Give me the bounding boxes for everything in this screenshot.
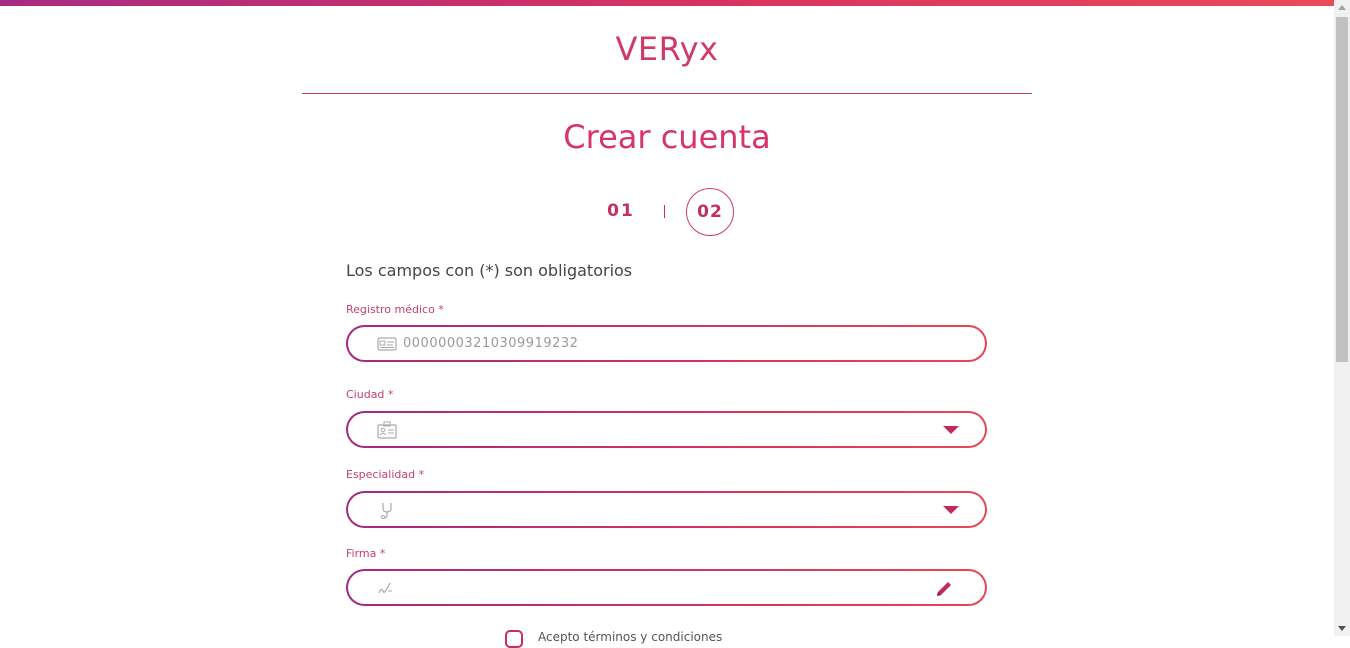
medical-registry-field[interactable]: 0000000321030991923​2 (346, 325, 987, 362)
page-title: Crear cuenta (563, 118, 771, 156)
page-scrollbar[interactable] (1334, 0, 1350, 636)
stethoscope-icon (381, 503, 392, 519)
signature-field[interactable] (346, 569, 987, 606)
specialty-label: Especialidad * (346, 468, 425, 481)
building-badge-icon (377, 421, 397, 439)
brand-logo: VERyx (615, 30, 719, 68)
id-card-icon (377, 337, 397, 351)
chevron-down-icon[interactable] (943, 506, 959, 514)
required-fields-note: Los campos con (*) son obligatorios (346, 261, 633, 280)
chevron-down-icon[interactable] (943, 426, 959, 434)
scroll-up-icon[interactable] (1338, 5, 1346, 10)
city-select[interactable] (346, 411, 987, 448)
signature-label: Firma * (346, 547, 386, 560)
top-accent-bar (0, 0, 1334, 6)
step-1[interactable]: 01 (604, 201, 638, 221)
step-separator (664, 205, 665, 218)
terms-checkbox[interactable] (505, 630, 523, 648)
step-indicator: 01 02 (600, 188, 740, 238)
terms-label[interactable]: Acepto términos y condiciones (538, 630, 722, 644)
specialty-select[interactable] (346, 491, 987, 528)
step-2-active[interactable]: 02 (686, 188, 734, 236)
pencil-icon[interactable] (933, 578, 955, 600)
scroll-down-icon[interactable] (1338, 626, 1346, 631)
scroll-thumb[interactable] (1336, 17, 1348, 362)
header-divider (302, 93, 1032, 94)
city-label: Ciudad * (346, 388, 394, 401)
signature-icon (378, 582, 392, 594)
medical-registry-label: Registro médico * (346, 303, 444, 316)
medical-registry-value: 0000000321030991923​2 (403, 336, 579, 351)
